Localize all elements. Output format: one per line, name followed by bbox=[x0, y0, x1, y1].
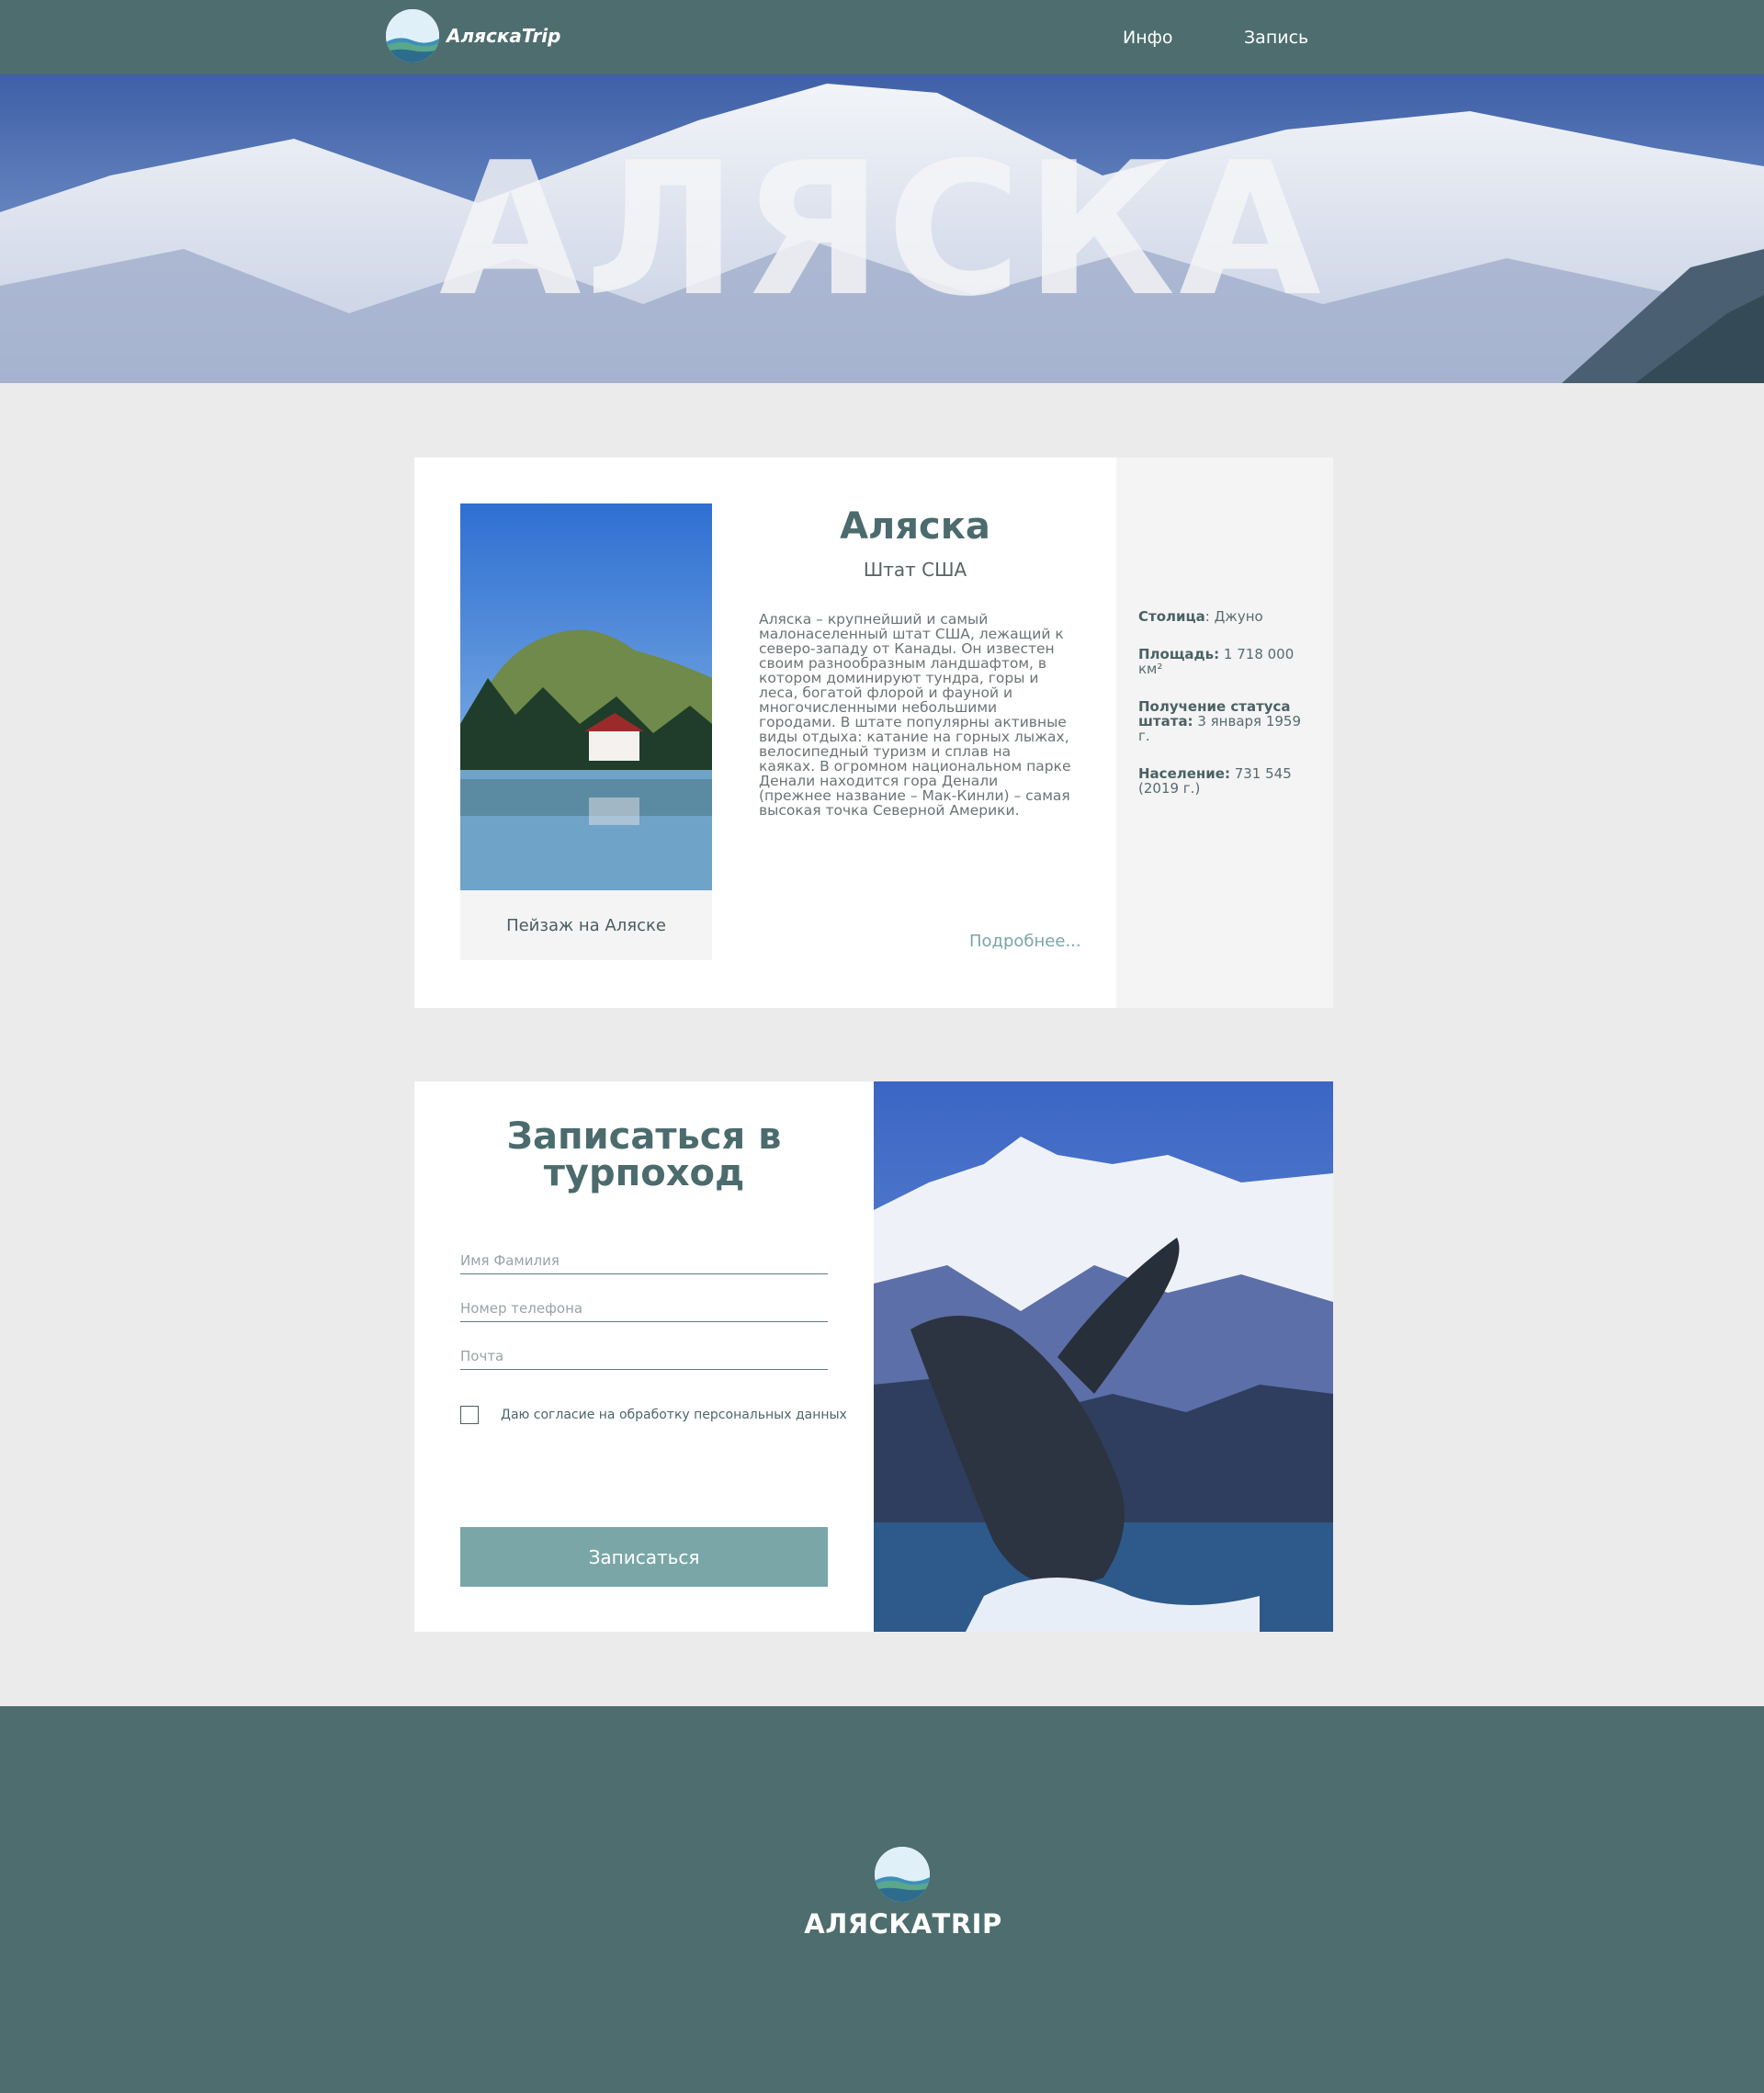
info-subtitle: Штат США bbox=[863, 559, 967, 581]
nav-link-signup[interactable]: Запись bbox=[1244, 28, 1308, 48]
phone-input[interactable] bbox=[460, 1295, 828, 1322]
fact-population: Население: 731 545 (2019 г.) bbox=[1138, 766, 1313, 796]
fact-statehood: Получение статуса штата: 3 января 1959 г… bbox=[1138, 699, 1313, 743]
fact-capital: Столица: Джуно bbox=[1138, 609, 1313, 624]
name-input[interactable] bbox=[460, 1247, 828, 1274]
facts-sidebar: Столица: Джуно Площадь: 1 718 000 км² По… bbox=[1116, 458, 1333, 1008]
hero-title: АЛЯСКА bbox=[439, 123, 1325, 337]
submit-button[interactable]: Записаться bbox=[460, 1527, 828, 1587]
nav-signup: Запись bbox=[1244, 0, 1308, 74]
fact-label: Столица bbox=[1138, 608, 1205, 625]
info-title: Аляска bbox=[840, 505, 990, 548]
signup-form: Записаться в турпоход Даю согласие на об… bbox=[414, 1081, 874, 1632]
brand-name: АляскаTrip bbox=[447, 25, 561, 47]
landscape-photo bbox=[460, 503, 712, 890]
consent-checkbox[interactable] bbox=[460, 1406, 479, 1424]
consent-label: Даю согласие на обработку персональных д… bbox=[501, 1408, 847, 1422]
info-main: Аляска Штат США Аляска – крупнейший и са… bbox=[759, 503, 1071, 818]
consent-row: Даю согласие на обработку персональных д… bbox=[460, 1406, 847, 1424]
hero-banner: АЛЯСКА bbox=[0, 74, 1764, 383]
signup-card: Записаться в турпоход Даю согласие на об… bbox=[414, 1081, 1333, 1632]
whale-image bbox=[874, 1081, 1333, 1632]
form-title: Записаться в турпоход bbox=[506, 1115, 782, 1194]
site-footer: АЛЯСКАTRIP bbox=[0, 1706, 1764, 2093]
info-card: Пейзаж на Аляске Аляска Штат США Аляска … bbox=[414, 458, 1333, 1008]
nav-link-info[interactable]: Инфо bbox=[1123, 28, 1173, 48]
fact-area: Площадь: 1 718 000 км² bbox=[1138, 647, 1313, 676]
site-header: АляскаTrip Инфо Запись bbox=[0, 0, 1764, 74]
email-input[interactable] bbox=[460, 1342, 828, 1370]
more-link[interactable]: Подробнее... bbox=[969, 932, 1081, 951]
photo-caption: Пейзаж на Аляске bbox=[460, 890, 712, 960]
footer-logo-icon bbox=[875, 1847, 930, 1902]
nav-info: Инфо bbox=[1123, 0, 1173, 74]
footer-brand: АЛЯСКАTRIP bbox=[804, 1908, 1002, 1940]
facts-list: Столица: Джуно Площадь: 1 718 000 км² По… bbox=[1138, 609, 1313, 819]
fact-value: Джуно bbox=[1209, 608, 1263, 625]
info-description: Аляска – крупнейший и самый малонаселенн… bbox=[759, 611, 1071, 819]
logo-icon bbox=[386, 9, 439, 62]
landscape-image bbox=[460, 503, 712, 890]
whale-photo bbox=[874, 1081, 1333, 1632]
header-logo[interactable]: АляскаTrip bbox=[386, 9, 560, 62]
